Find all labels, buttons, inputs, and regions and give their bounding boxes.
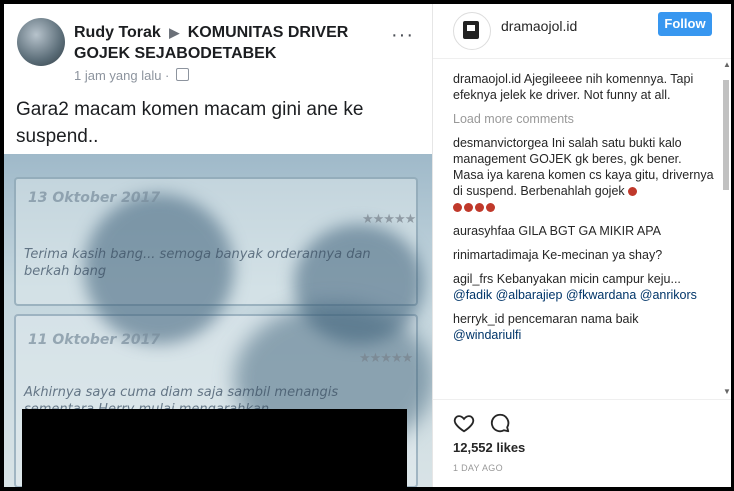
post-body: Gara2 macam komen macam gini ane ke susp… — [16, 99, 364, 147]
post-time-ago[interactable]: 1 DAY AGO — [453, 463, 503, 473]
star-rating-icon: ★★★★★ — [362, 211, 416, 226]
poster-avatar[interactable] — [17, 18, 65, 66]
comment-text: Kebanyakan micin campur keju... — [496, 272, 681, 286]
poster-line: Rudy Torak ▶ KOMUNITAS DRIVER GOJEK SEJA… — [74, 22, 394, 64]
comment-mentions[interactable]: @fadik @albarajiep @fkwardana @anrikors — [453, 288, 697, 302]
comment-user[interactable]: desmanvictorgea — [453, 136, 548, 150]
review-text: Terima kasih bang... semoga banyak order… — [24, 247, 371, 279]
comment-item: dramaojol.id Ajegileeee nih komennya. Ta… — [453, 71, 715, 103]
scroll-down-icon[interactable]: ▼ — [723, 387, 731, 396]
comment-user[interactable]: agil_frs — [453, 272, 493, 286]
comment-text: Ke-mecinan ya shay? — [541, 248, 663, 262]
redaction-box — [22, 409, 407, 487]
arrow-icon: ▶ — [169, 25, 180, 40]
comment-item: agil_frs Kebanyakan micin campur keju...… — [453, 271, 715, 303]
follow-button[interactable]: Follow — [658, 12, 712, 36]
comment-item: aurasyhfaa GILA BGT GA MIKIR APA — [453, 223, 715, 239]
logo-icon — [463, 21, 479, 39]
comment-item: herryk_id pencemaran nama baik @windariu… — [453, 311, 715, 343]
post-time[interactable]: 1 jam yang lalu · — [74, 68, 169, 83]
more-dots-icon[interactable]: ··· — [391, 24, 414, 47]
scroll-thumb[interactable] — [723, 80, 729, 190]
facebook-post: Rudy Torak ▶ KOMUNITAS DRIVER GOJEK SEJA… — [4, 4, 432, 487]
comment-user[interactable]: rinimartadimaja — [453, 248, 538, 262]
poster-name[interactable]: Rudy Torak — [74, 24, 161, 41]
star-rating-icon: ★★★★★ — [359, 350, 413, 365]
comment-user[interactable]: dramaojol.id — [453, 72, 521, 86]
post-meta: 1 jam yang lalu · — [74, 68, 190, 83]
load-more-comments[interactable]: Load more comments — [453, 111, 715, 127]
likes-count[interactable]: 12,552 likes — [453, 440, 525, 455]
heart-icon[interactable] — [453, 412, 475, 434]
comment-mentions[interactable]: @windariulfi — [453, 328, 521, 342]
review-date: 13 Oktober 2017 — [28, 190, 161, 206]
ig-avatar[interactable] — [453, 12, 491, 50]
comment-user[interactable]: herryk_id — [453, 312, 504, 326]
instagram-panel: dramaojol.id Follow dramaojol.id Ajegile… — [432, 4, 731, 487]
devil-emoji-icon — [453, 200, 497, 214]
comment-scrollbar[interactable]: ▲ ▼ — [723, 58, 731, 398]
devil-emoji-icon — [628, 184, 639, 198]
comment-list: dramaojol.id Ajegileeee nih komennya. Ta… — [453, 71, 715, 351]
comment-text: pencemaran nama baik — [507, 312, 639, 326]
ig-actions: 12,552 likes 1 DAY AGO — [433, 399, 731, 488]
comment-item: desmanvictorgea Ini salah satu bukti kal… — [453, 135, 715, 215]
comment-user[interactable]: aurasyhfaa — [453, 224, 515, 238]
audience-icon — [176, 68, 190, 81]
comment-item: rinimartadimaja Ke-mecinan ya shay? — [453, 247, 715, 263]
ig-username[interactable]: dramaojol.id — [501, 18, 577, 34]
comment-text: GILA BGT GA MIKIR APA — [518, 224, 661, 238]
ig-header: dramaojol.id Follow — [433, 4, 731, 59]
comment-icon[interactable] — [489, 412, 511, 434]
review-date: 11 Oktober 2017 — [28, 332, 161, 348]
scroll-up-icon[interactable]: ▲ — [723, 60, 731, 69]
screenshot-frame: Rudy Torak ▶ KOMUNITAS DRIVER GOJEK SEJA… — [0, 0, 734, 491]
